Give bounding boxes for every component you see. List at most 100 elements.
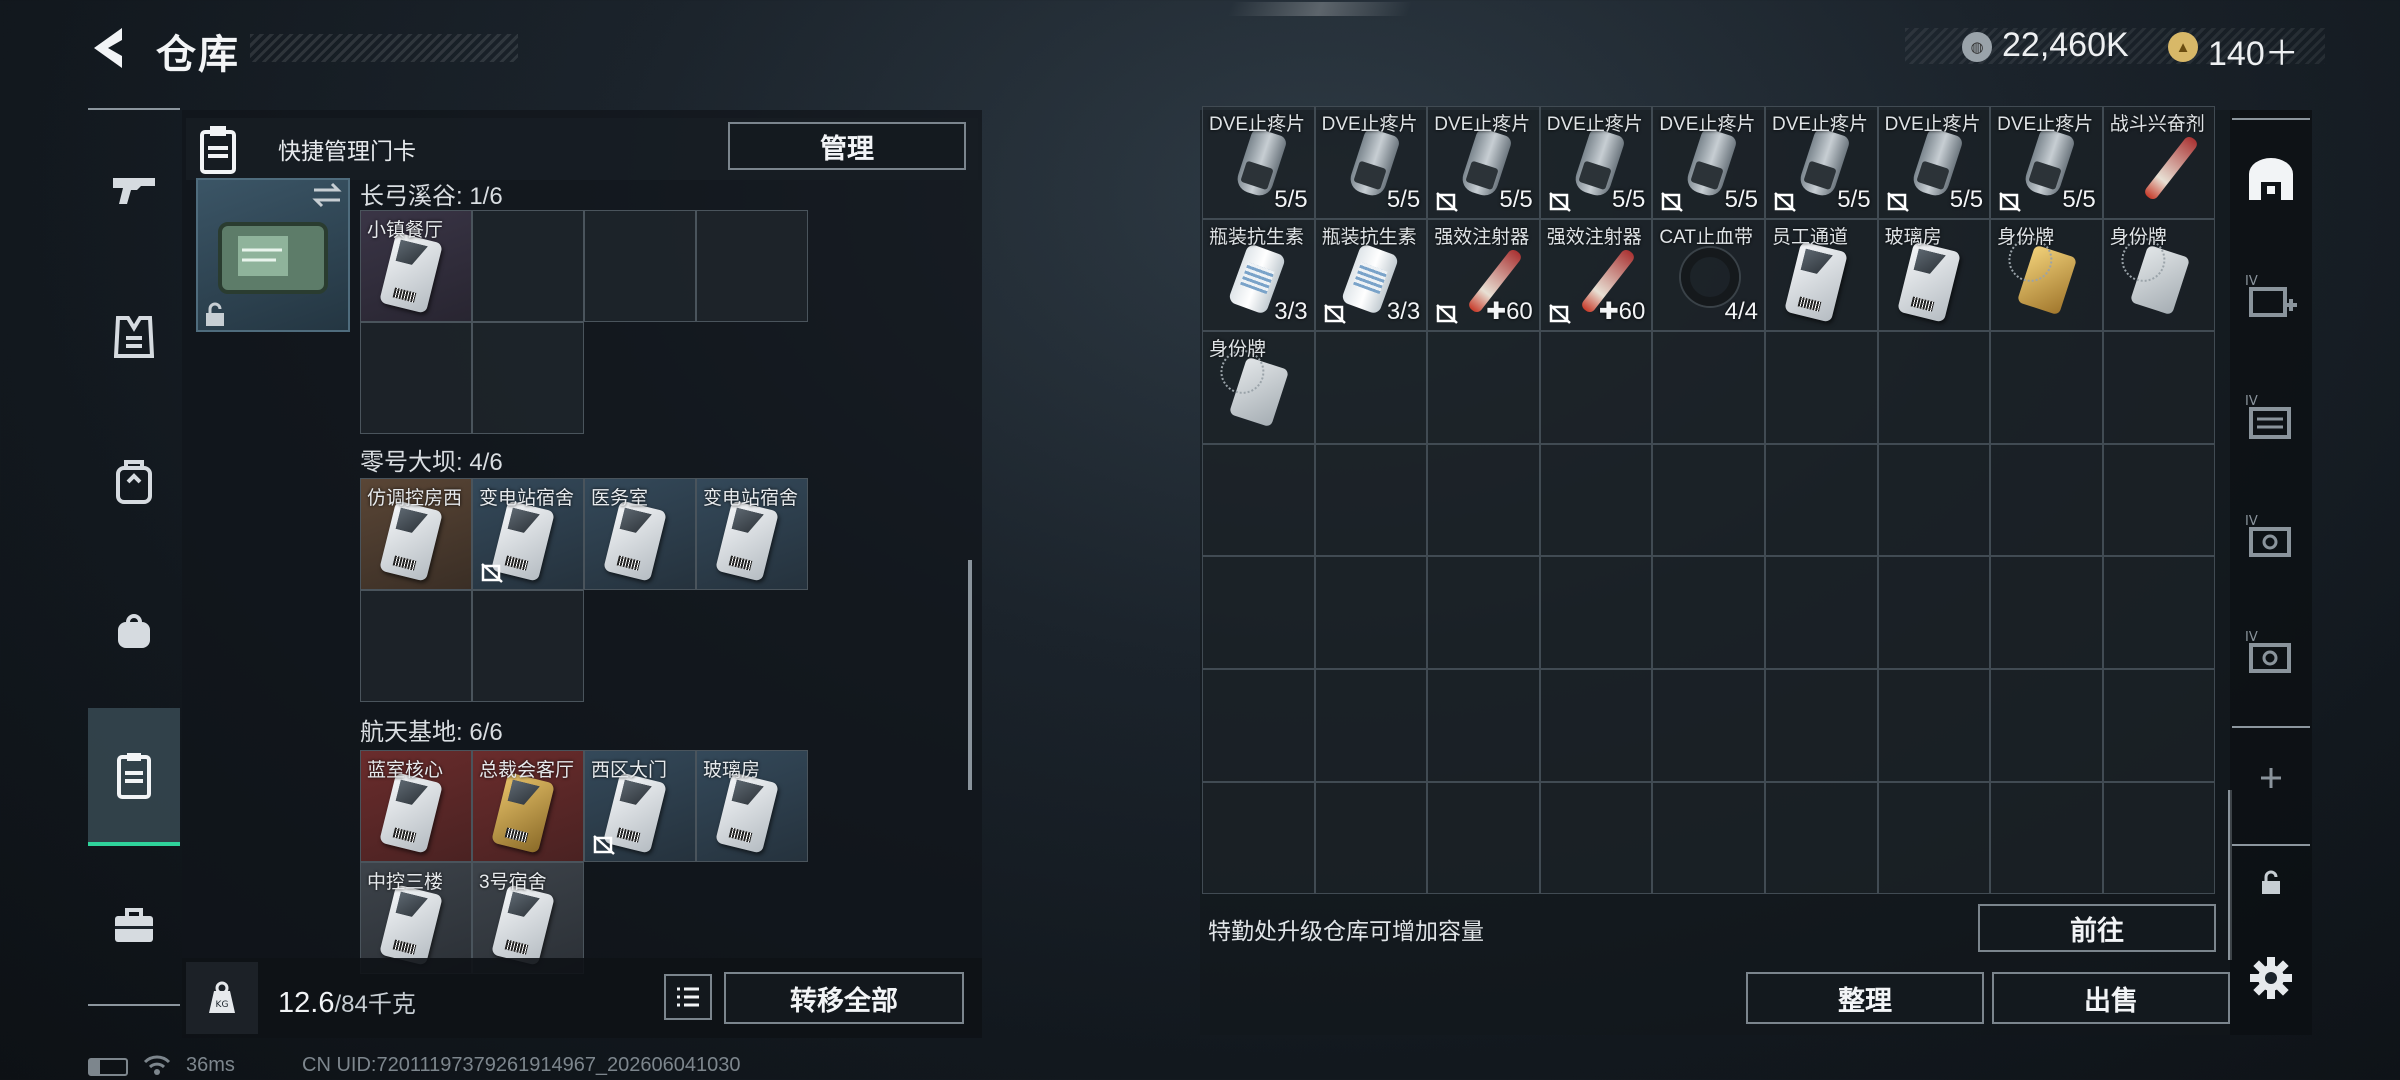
keycard-slot-empty[interactable] [360, 322, 472, 434]
currency-premium[interactable]: 140＋ [2208, 26, 2299, 75]
storage-item[interactable]: DVE止疼片 5/5 [1314, 106, 1428, 219]
storage-item[interactable]: DVE止疼片 5/5 [1764, 106, 1878, 219]
storage-slot-empty[interactable] [1877, 556, 1991, 669]
keycard-slot[interactable]: 小镇餐厅 [360, 210, 472, 322]
storage-slot-empty[interactable] [1427, 443, 1540, 557]
storage-item[interactable]: 玻璃房 [1877, 218, 1991, 332]
sidebar-bag-icon[interactable] [88, 580, 180, 680]
sort-button[interactable]: 整理 [1746, 972, 1984, 1024]
sidebar-weapon-icon[interactable] [88, 138, 180, 238]
storage-slot-empty[interactable] [1764, 668, 1878, 782]
storage-slot-empty[interactable] [1877, 443, 1991, 557]
storage-slot-empty[interactable] [1652, 331, 1765, 444]
storage-slot-empty[interactable] [1314, 556, 1428, 669]
storage-slot-empty[interactable] [1652, 668, 1765, 782]
keycard-slot[interactable]: 西区大门 [584, 750, 696, 862]
storage-item[interactable]: DVE止疼片 5/5 [1877, 106, 1991, 219]
storage-item[interactable]: 战斗兴奋剂 [2102, 106, 2216, 219]
storage-slot-empty[interactable] [1202, 781, 1315, 895]
storage-item[interactable]: 强效注射器 ✚60 [1427, 218, 1540, 332]
storage-slot-empty[interactable] [2102, 781, 2216, 895]
storage-item[interactable]: 身份牌 [2102, 218, 2216, 332]
storage-slot-empty[interactable] [1539, 556, 1653, 669]
keycard-slot[interactable]: 总裁会客厅 [472, 750, 584, 862]
storage-slot-empty[interactable] [1202, 556, 1315, 669]
sidebar-toolbox-icon[interactable] [88, 876, 180, 976]
transfer-all-button[interactable]: 转移全部 [724, 972, 964, 1024]
currency-coins[interactable]: 22,460K [2002, 26, 2129, 65]
storage-slot-empty[interactable] [1764, 331, 1878, 444]
storage-slot-empty[interactable] [1764, 443, 1878, 557]
storage-slot-empty[interactable] [1314, 781, 1428, 895]
storage-slot-empty[interactable] [1539, 443, 1653, 557]
storage-slot-empty[interactable] [2102, 556, 2216, 669]
storage-item[interactable]: 强效注射器 ✚60 [1539, 218, 1653, 332]
storage-slot-empty[interactable] [1652, 781, 1765, 895]
storage-slot-empty[interactable] [1539, 668, 1653, 782]
swap-icon[interactable] [310, 180, 344, 210]
goto-button[interactable]: 前往 [1978, 904, 2216, 952]
back-arrow-icon[interactable] [84, 22, 136, 74]
keycard-slot-empty[interactable] [472, 322, 584, 434]
sidebar-keycard-icon[interactable] [88, 708, 180, 846]
storage-slot-empty[interactable] [2102, 668, 2216, 782]
storage-slot-empty[interactable] [1539, 331, 1653, 444]
storage-slot-empty[interactable] [1990, 668, 2103, 782]
storage-item[interactable]: 瓶装抗生素 3/3 [1202, 218, 1315, 332]
keycard-slot[interactable]: 医务室 [584, 478, 696, 590]
list-view-icon[interactable] [664, 974, 712, 1020]
storage-item[interactable]: 瓶装抗生素 3/3 [1314, 218, 1428, 332]
sidebar-armor-icon[interactable] [88, 288, 180, 388]
storage-slot-empty[interactable] [1764, 556, 1878, 669]
storage-slot-empty[interactable] [1764, 781, 1878, 895]
manage-button[interactable]: 管理 [728, 122, 966, 170]
storage-slot-empty[interactable] [1314, 331, 1428, 444]
storage-slot-empty[interactable] [1427, 331, 1540, 444]
storage-slot-empty[interactable] [1314, 668, 1428, 782]
storage-slot-empty[interactable] [1652, 556, 1765, 669]
storage-slot-empty[interactable] [1652, 443, 1765, 557]
add-icon[interactable] [2232, 738, 2310, 818]
keycard-slot-empty[interactable] [360, 590, 472, 702]
keycard-slot[interactable]: 变电站宿舍 [696, 478, 808, 590]
expand-slot-icon-3[interactable]: IV [2232, 496, 2310, 576]
keycard-slot[interactable]: 玻璃房 [696, 750, 808, 862]
storage-slot-empty[interactable] [1990, 443, 2103, 557]
keycard-slot-empty[interactable] [584, 210, 696, 322]
storage-item[interactable]: DVE止疼片 5/5 [1202, 106, 1315, 219]
expand-slot-icon-2[interactable]: IV [2232, 376, 2310, 456]
expand-slot-icon-4[interactable]: IV [2232, 612, 2310, 692]
storage-slot-empty[interactable] [1427, 668, 1540, 782]
storage-item[interactable]: DVE止疼片 5/5 [1427, 106, 1540, 219]
storage-slot-empty[interactable] [2102, 331, 2216, 444]
storage-slot-empty[interactable] [1539, 781, 1653, 895]
storage-slot-empty[interactable] [1877, 781, 1991, 895]
storage-slot-empty[interactable] [2102, 443, 2216, 557]
storage-item[interactable]: 员工通道 [1764, 218, 1878, 332]
lock-icon-right[interactable] [2232, 858, 2310, 908]
storage-home-icon[interactable] [2232, 140, 2310, 220]
keycard-slot-empty[interactable] [472, 210, 584, 322]
expand-slot-icon-1[interactable]: IV [2232, 256, 2310, 336]
storage-slot-empty[interactable] [1877, 331, 1991, 444]
storage-slot-empty[interactable] [1990, 781, 2103, 895]
sell-button[interactable]: 出售 [1992, 972, 2230, 1024]
keycard-slot[interactable]: 变电站宿舍 [472, 478, 584, 590]
storage-slot-empty[interactable] [1990, 556, 2103, 669]
storage-slot-empty[interactable] [1314, 443, 1428, 557]
storage-item[interactable]: CAT止血带 4/4 [1652, 218, 1765, 332]
storage-slot-empty[interactable] [1202, 668, 1315, 782]
storage-slot-empty[interactable] [1877, 668, 1991, 782]
storage-slot-empty[interactable] [1990, 331, 2103, 444]
storage-item[interactable]: 身份牌 [1990, 218, 2103, 332]
settings-gear-icon[interactable] [2232, 936, 2310, 1020]
storage-item[interactable]: DVE止疼片 5/5 [1990, 106, 2103, 219]
storage-item[interactable]: DVE止疼片 5/5 [1652, 106, 1765, 219]
keycard-slot-empty[interactable] [472, 590, 584, 702]
sidebar-backpack-icon[interactable] [88, 432, 180, 532]
keycard-slot[interactable]: 蓝室核心 [360, 750, 472, 862]
keycard-slot-empty[interactable] [696, 210, 808, 322]
storage-slot-empty[interactable] [1202, 443, 1315, 557]
keycard-slot[interactable]: 仿调控房西 [360, 478, 472, 590]
storage-item[interactable]: 身份牌 [1202, 331, 1315, 444]
